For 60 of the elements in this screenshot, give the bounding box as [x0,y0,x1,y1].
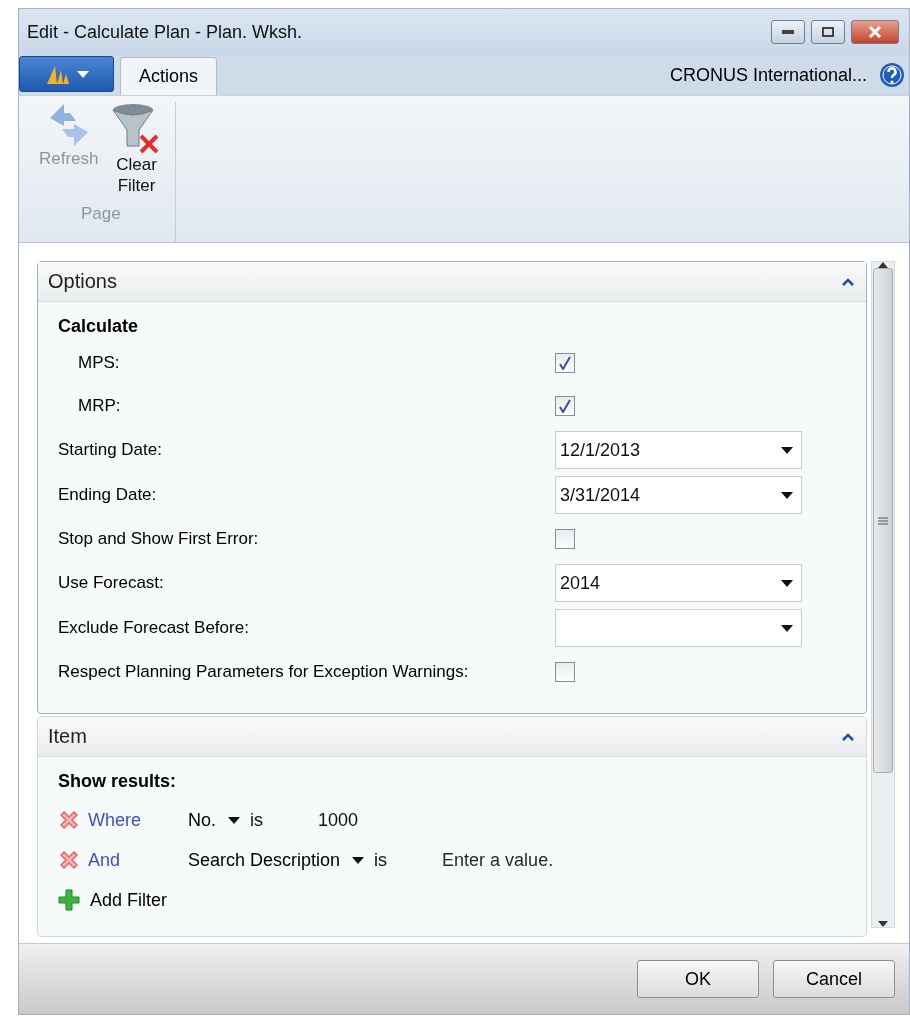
dropdown-field[interactable]: 12/1/2013 [555,431,802,469]
close-icon [868,26,882,38]
dropdown-field[interactable]: 2014 [555,564,802,602]
caret-icon [76,70,89,78]
checkbox[interactable] [555,662,575,682]
filter-value-placeholder[interactable]: Enter a value. [442,849,554,871]
checkbox[interactable] [555,396,575,416]
filter-join-link[interactable]: And [88,849,188,871]
dropdown-field[interactable]: 3/31/2014 [555,476,802,514]
panel-header[interactable]: Item [38,717,866,757]
caret-icon [781,579,793,587]
field-label: MPS: [77,353,121,373]
caret-icon [352,856,365,864]
group-label: Page [80,204,121,224]
section-heading: Show results: [58,771,178,792]
checkbox[interactable] [555,529,575,549]
dialog-button[interactable]: Cancel [773,960,895,998]
checkbox[interactable] [555,353,575,373]
grip-icon [878,516,888,525]
app-menu-button[interactable] [19,56,114,92]
app-logo-icon [44,64,71,84]
field-label: Respect Planning Parameters for Exception Warnings: [58,662,470,682]
panel-header[interactable]: Options [38,262,866,302]
collapse-icon[interactable] [842,277,854,286]
caret-icon [781,624,793,632]
field-label: Ending Date: [58,485,158,505]
filter-operator: is [374,849,389,871]
minimize-icon [782,30,794,34]
field-label: Use Forecast: [58,573,165,593]
plus-icon [58,889,80,911]
remove-icon[interactable] [58,809,80,831]
caret-icon [228,816,240,824]
maximize-icon [822,27,834,37]
field-label: Stop and Show First Error: [58,529,260,549]
ribbon-tab[interactable]: Actions [120,57,218,95]
filter-operator: is [250,809,264,831]
help-icon[interactable] [879,62,905,88]
filter-value[interactable]: 1000 [318,809,359,831]
add-filter-button[interactable]: Add Filter [58,880,866,920]
field-label: Exclude Forecast Before: [58,618,250,638]
caret-icon [781,491,793,499]
remove-icon[interactable] [58,849,80,871]
company-name: CRONUS International... [669,64,867,86]
dialog-button[interactable]: OK [637,960,759,998]
collapse-icon[interactable] [842,732,854,741]
minimize-button[interactable] [771,20,805,44]
filter-field-dropdown[interactable]: Search Description [188,849,365,871]
dropdown-field[interactable] [555,609,802,647]
field-label: Starting Date: [58,440,163,460]
filter-field-dropdown[interactable]: No. [188,809,240,831]
filter-join-link[interactable]: Where [88,809,188,831]
ribbon-action-button[interactable]: Clear Filter [108,102,165,196]
window-title: Edit - Calculate Plan - Plan. Wksh. [27,21,304,43]
maximize-button[interactable] [811,20,845,44]
close-button[interactable] [851,20,899,44]
scroll-down-icon[interactable] [878,921,888,927]
field-label: MRP: [77,396,122,416]
caret-icon [781,446,793,454]
section-heading: Calculate [58,316,140,337]
scrollbar[interactable] [871,261,895,928]
